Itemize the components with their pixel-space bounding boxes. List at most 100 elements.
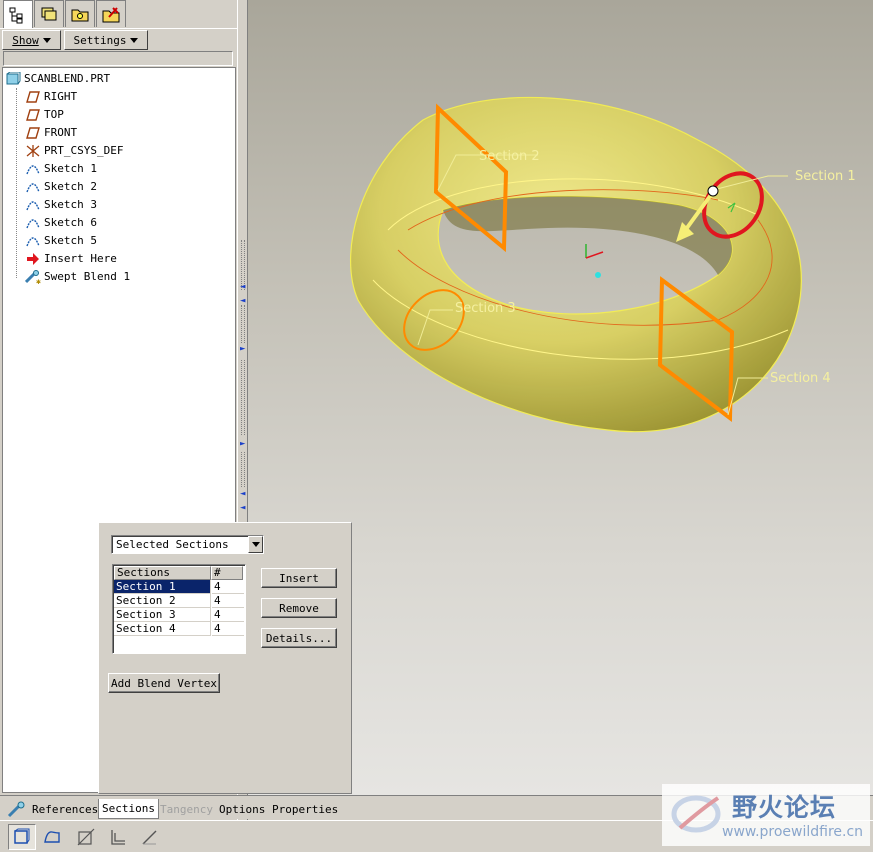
tree-item-label: SCANBLEND.PRT bbox=[24, 72, 111, 85]
section-count-cell: 4 bbox=[212, 608, 244, 622]
section-mode-value: Selected Sections bbox=[116, 538, 229, 551]
tree-item-sketch-3[interactable]: Sketch 3 bbox=[25, 196, 97, 213]
sketch-line-icon bbox=[142, 830, 157, 845]
tree-item-label: Swept Blend 1 bbox=[44, 270, 131, 283]
sketch-icon bbox=[26, 200, 40, 210]
folder-browser-icon bbox=[71, 9, 89, 22]
surface-button[interactable] bbox=[38, 824, 66, 850]
section-count-cell: 4 bbox=[212, 622, 244, 636]
splitter-grip bbox=[241, 360, 245, 435]
datum-plane-icon bbox=[26, 108, 40, 121]
layers-icon bbox=[41, 7, 57, 21]
tree-item-label: Sketch 6 bbox=[44, 216, 97, 229]
table-row-section-3[interactable]: Section 3 4 bbox=[114, 608, 245, 622]
navigator-tab-strip bbox=[0, 0, 240, 28]
tree-connector bbox=[16, 88, 17, 278]
start-point-handle[interactable] bbox=[707, 185, 719, 197]
tree-item-right[interactable]: RIGHT bbox=[25, 88, 77, 105]
column-header-count[interactable]: # bbox=[211, 566, 243, 580]
tab-layers[interactable] bbox=[34, 0, 64, 27]
tree-item-prt-csys-def[interactable]: PRT_CSYS_DEF bbox=[25, 142, 123, 159]
solid-button[interactable] bbox=[8, 824, 36, 850]
section-mode-select[interactable]: Selected Sections bbox=[111, 535, 264, 554]
splitter-grip bbox=[241, 305, 245, 343]
tab-folder-browser[interactable] bbox=[65, 0, 95, 27]
tree-item-label: Insert Here bbox=[44, 252, 117, 265]
tree-filter-field[interactable] bbox=[3, 51, 233, 66]
sketch-icon bbox=[26, 164, 40, 174]
insert-here-arrow-icon bbox=[27, 252, 39, 265]
show-menu-button[interactable]: Show bbox=[2, 30, 61, 50]
tab-tangency[interactable]: Tangency bbox=[157, 799, 216, 819]
favorites-tools-icon bbox=[102, 7, 120, 23]
tree-item-sketch-1[interactable]: Sketch 1 bbox=[25, 160, 97, 177]
settings-menu-button[interactable]: Settings bbox=[64, 30, 148, 50]
chevron-down-icon bbox=[42, 37, 51, 43]
tree-item-insert-here[interactable]: Insert Here bbox=[25, 250, 117, 267]
sketch-line-button[interactable] bbox=[136, 824, 164, 850]
section-name-cell: Section 1 bbox=[114, 580, 211, 594]
thicken-button[interactable] bbox=[104, 824, 132, 850]
collapse-left-arrow-icon[interactable]: ◄ bbox=[240, 490, 245, 499]
chevron-down-icon bbox=[251, 542, 260, 547]
tree-item-label: RIGHT bbox=[44, 90, 78, 103]
tab-references[interactable]: References bbox=[4, 799, 101, 819]
tab-options[interactable]: Options bbox=[216, 799, 268, 819]
expand-right-arrow-icon[interactable]: ► bbox=[240, 440, 245, 449]
tree-item-swept-blend-1[interactable]: ✱ Swept Blend 1 bbox=[25, 268, 130, 285]
tab-properties[interactable]: Properties bbox=[269, 799, 341, 819]
expand-right-arrow-icon[interactable]: ► bbox=[240, 345, 245, 354]
section-count-cell: 4 bbox=[212, 594, 244, 608]
swept-blend-icon: ✱ bbox=[25, 269, 41, 284]
chevron-down-icon bbox=[130, 37, 139, 43]
sketch-icon bbox=[26, 236, 40, 246]
column-header-sections[interactable]: Sections bbox=[114, 566, 211, 580]
tree-item-label: FRONT bbox=[44, 126, 78, 139]
settings-label: Settings bbox=[73, 33, 127, 47]
watermark-title: 野火论坛 bbox=[732, 793, 837, 822]
csys-icon bbox=[26, 144, 40, 157]
section-name-cell: Section 3 bbox=[114, 608, 211, 622]
add-blend-vertex-button[interactable]: Add Blend Vertex bbox=[108, 673, 220, 693]
tree-item-scanblend-prt[interactable]: SCANBLEND.PRT bbox=[5, 70, 110, 87]
remove-material-button[interactable] bbox=[72, 824, 100, 850]
thicken-icon bbox=[111, 830, 125, 845]
section-name-cell: Section 2 bbox=[114, 594, 211, 608]
solid-icon bbox=[14, 828, 30, 844]
section-4-label[interactable]: Section 4 bbox=[770, 371, 831, 386]
collapse-left-arrow-icon[interactable]: ◄ bbox=[240, 504, 245, 513]
sketch-icon bbox=[26, 182, 40, 192]
table-row-section-4[interactable]: Section 4 4 bbox=[114, 622, 245, 636]
section-3-label[interactable]: Section 3 bbox=[455, 301, 516, 316]
svg-text:✱: ✱ bbox=[36, 277, 41, 284]
insert-section-button[interactable]: Insert bbox=[261, 568, 337, 588]
show-settings-bar: Show Settings bbox=[0, 28, 237, 50]
tab-sections[interactable]: Sections bbox=[98, 799, 159, 819]
table-row-section-2[interactable]: Section 2 4 bbox=[114, 594, 245, 608]
section-1-label[interactable]: Section 1 bbox=[795, 169, 856, 184]
tree-item-front[interactable]: FRONT bbox=[25, 124, 77, 141]
tree-item-label: PRT_CSYS_DEF bbox=[44, 144, 124, 157]
tree-item-label: Sketch 1 bbox=[44, 162, 97, 175]
view-triad-icon bbox=[585, 244, 604, 278]
tree-item-sketch-5[interactable]: Sketch 5 bbox=[25, 232, 97, 249]
tree-item-sketch-2[interactable]: Sketch 2 bbox=[25, 178, 97, 195]
forum-watermark: 野火论坛 www.proewildfire.cn bbox=[662, 784, 870, 846]
tree-item-sketch-6[interactable]: Sketch 6 bbox=[25, 214, 97, 231]
sketch-icon bbox=[26, 218, 40, 228]
section-2-label[interactable]: Section 2 bbox=[479, 149, 540, 164]
tree-item-top[interactable]: TOP bbox=[25, 106, 64, 123]
section-count-cell: 4 bbox=[212, 580, 244, 594]
section-mode-dropdown-button[interactable] bbox=[248, 536, 263, 553]
section-details-button[interactable]: Details... bbox=[261, 628, 337, 648]
watermark-url: www.proewildfire.cn bbox=[722, 824, 864, 840]
forum-logo-icon bbox=[671, 795, 721, 833]
collapse-left-arrow-icon[interactable]: ◄ bbox=[240, 283, 245, 292]
tree-item-label: TOP bbox=[44, 108, 64, 121]
tab-favorites-tools[interactable] bbox=[96, 0, 126, 27]
surface-icon bbox=[44, 831, 60, 843]
tab-model-tree[interactable] bbox=[3, 0, 33, 28]
table-row-section-1[interactable]: Section 1 4 bbox=[114, 580, 245, 594]
remove-material-icon bbox=[77, 828, 95, 846]
remove-section-button[interactable]: Remove bbox=[261, 598, 337, 618]
